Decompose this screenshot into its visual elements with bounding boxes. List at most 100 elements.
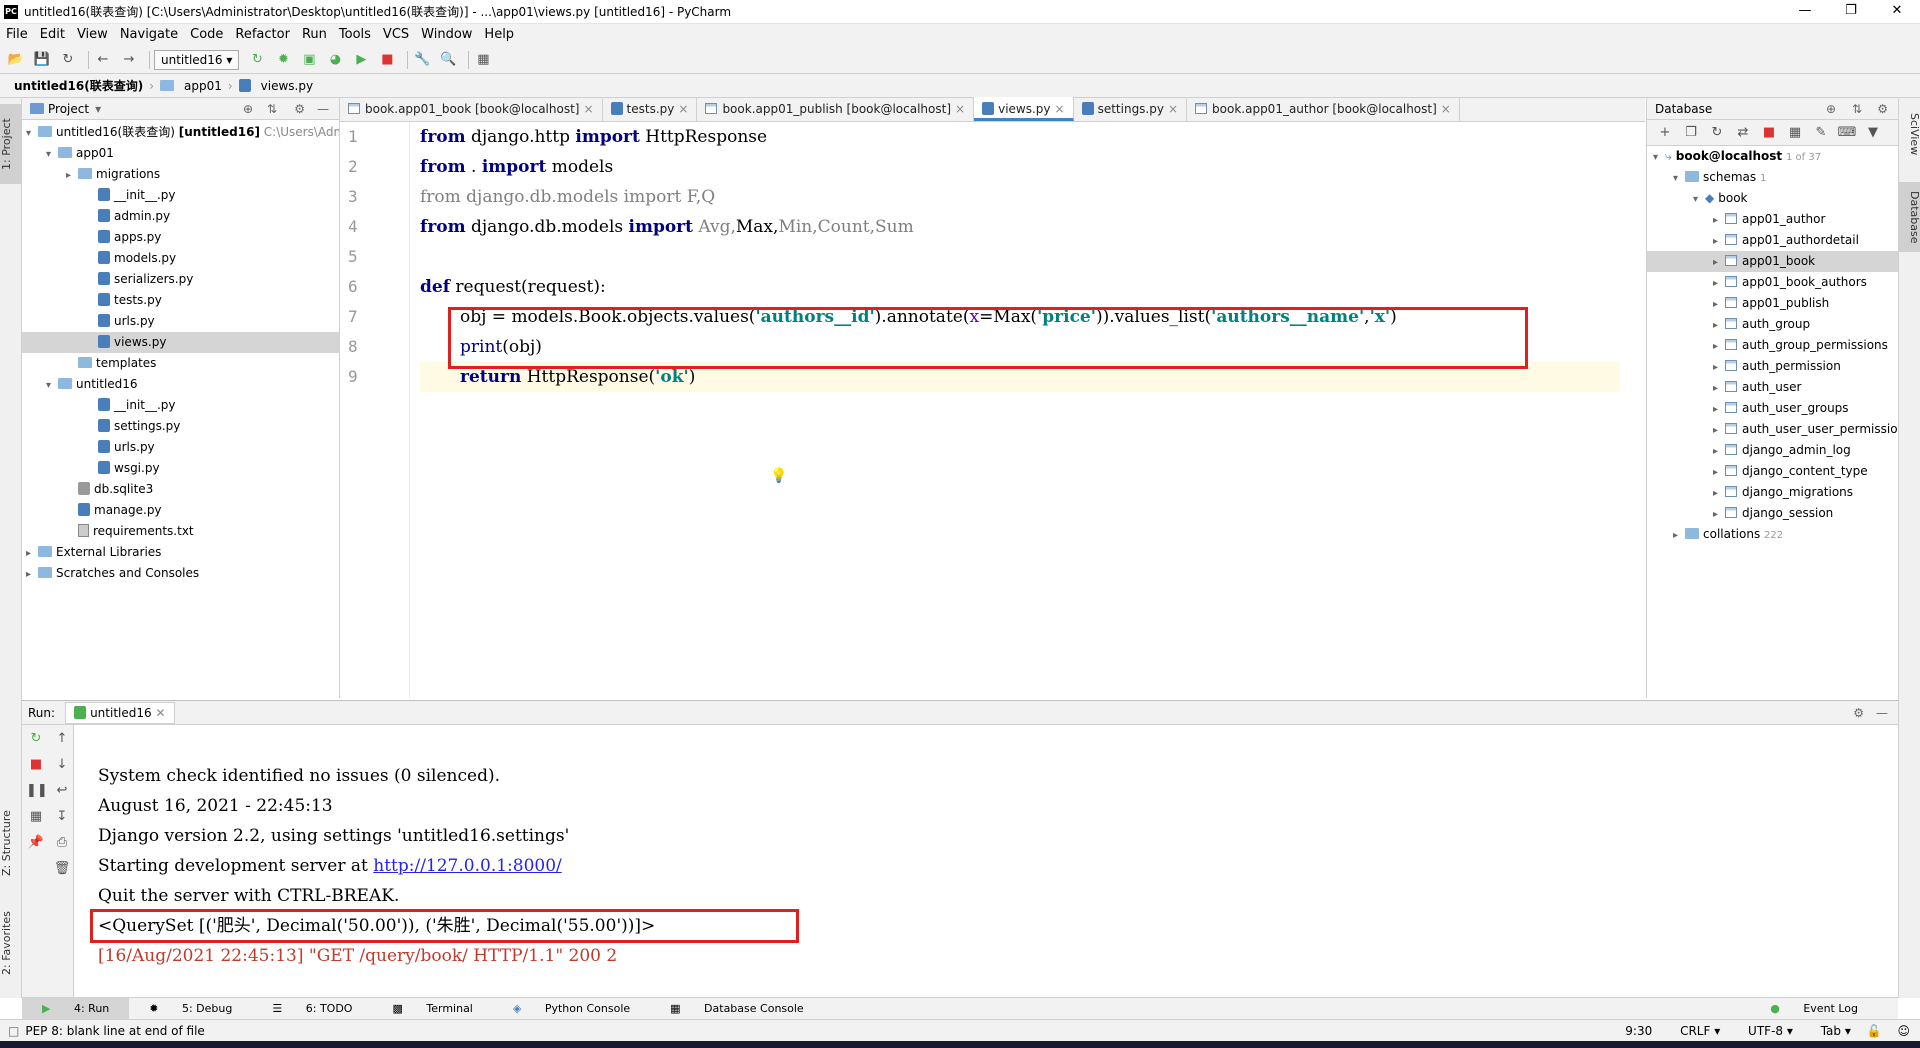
db-table-item[interactable]: ▸ auth_permission — [1647, 356, 1920, 377]
menu-edit[interactable]: Edit — [34, 24, 71, 46]
wrench-icon[interactable]: 🔧 — [412, 50, 432, 70]
sync-icon[interactable]: ↻ — [58, 50, 78, 70]
profile-icon[interactable]: ◕ — [325, 50, 345, 70]
editor-tab[interactable]: book.app01_author [book@localhost] × — [1187, 97, 1460, 121]
coverage-icon[interactable]: ▣ — [299, 50, 319, 70]
hide-icon[interactable]: — — [317, 102, 329, 116]
chevron-right-icon[interactable]: ▸ — [1713, 399, 1725, 420]
menu-tools[interactable]: Tools — [333, 24, 377, 46]
save-icon[interactable]: 💾 — [32, 50, 52, 70]
soft-wrap-icon[interactable]: ↩ — [52, 783, 72, 798]
file-encoding[interactable]: UTF-8 ▾ — [1736, 1024, 1793, 1038]
caret-position[interactable]: 9:30 — [1625, 1024, 1652, 1038]
event-log-tab[interactable]: ● Event Log — [1750, 998, 1878, 1020]
tree-item[interactable]: ▸ Scratches and Consoles — [22, 563, 339, 584]
menu-navigate[interactable]: Navigate — [114, 24, 184, 46]
db-table-item[interactable]: ▸ django_migrations — [1647, 482, 1920, 503]
tree-item[interactable]: views.py — [22, 332, 339, 353]
db-table-item[interactable]: ▸ app01_author — [1647, 209, 1920, 230]
run-tab[interactable]: untitled16 ✕ — [65, 701, 175, 724]
scroll-up-icon[interactable]: ↑ — [52, 731, 72, 746]
tree-item[interactable]: ▸ migrations — [22, 164, 339, 185]
tree-item[interactable]: urls.py — [22, 437, 339, 458]
gear-icon[interactable]: ⚙ — [1853, 706, 1864, 720]
close-tab-icon[interactable]: × — [955, 102, 965, 116]
chevron-right-icon[interactable]: ▸ — [1713, 210, 1725, 231]
open-folder-icon[interactable]: 📂 — [6, 50, 26, 70]
add-icon[interactable]: + — [1655, 123, 1675, 143]
close-tab-icon[interactable]: × — [1168, 102, 1178, 116]
tree-item[interactable]: ▸ External Libraries — [22, 542, 339, 563]
breadcrumb-project[interactable]: untitled16(联表查询) — [8, 77, 149, 94]
menu-code[interactable]: Code — [184, 24, 229, 46]
tree-item[interactable]: serializers.py — [22, 269, 339, 290]
project-view-select[interactable]: Project — [48, 102, 89, 116]
menu-file[interactable]: File — [0, 24, 34, 46]
chevron-right-icon[interactable]: ▸ — [1713, 273, 1725, 294]
chevron-right-icon[interactable]: ▸ — [66, 165, 78, 186]
tree-item[interactable]: wsgi.py — [22, 458, 339, 479]
search-icon[interactable]: 🔍 — [438, 50, 458, 70]
gear-icon[interactable]: ⚙ — [294, 102, 305, 116]
menu-help[interactable]: Help — [478, 24, 520, 46]
editor-tab[interactable]: book.app01_publish [book@localhost] × — [697, 97, 975, 121]
pause-icon[interactable]: ❚❚ — [26, 783, 48, 798]
chevron-right-icon[interactable]: ▸ — [1713, 315, 1725, 336]
status-toggle-icon[interactable]: □ — [8, 1024, 19, 1038]
refresh-icon[interactable]: ↻ — [1707, 123, 1727, 143]
chevron-right-icon[interactable]: ▸ — [26, 543, 38, 564]
lock-icon[interactable]: 🔓 — [1867, 1024, 1882, 1038]
tree-item[interactable]: manage.py — [22, 500, 339, 521]
chevron-right-icon[interactable]: ▸ — [1713, 441, 1725, 462]
structure-icon[interactable]: ▦ — [473, 50, 493, 70]
tool-tab-python-console[interactable]: ◈ Python Console — [493, 998, 650, 1020]
scroll-end-icon[interactable]: ↧ — [52, 809, 72, 824]
tool-tab-todo[interactable]: ☰ 6: TODO — [252, 998, 372, 1020]
tool-tab-debug[interactable]: ✹ 5: Debug — [129, 998, 252, 1020]
stop-icon[interactable]: ■ — [26, 757, 46, 772]
menu-refactor[interactable]: Refactor — [229, 24, 296, 46]
tree-item[interactable]: ▾ untitled16 — [22, 374, 339, 395]
structure-tool-tab[interactable]: Z: Structure — [0, 798, 22, 888]
tree-item[interactable]: db.sqlite3 — [22, 479, 339, 500]
chevron-right-icon[interactable]: ▸ — [1713, 294, 1725, 315]
collapse-icon[interactable]: ⇅ — [267, 102, 277, 116]
editor-tab[interactable]: tests.py × — [603, 97, 698, 121]
menu-run[interactable]: Run — [296, 24, 333, 46]
chevron-right-icon[interactable]: ▸ — [1713, 420, 1725, 441]
tree-item[interactable]: apps.py — [22, 227, 339, 248]
chevron-right-icon[interactable]: ▸ — [1713, 252, 1725, 273]
chevron-right-icon[interactable]: ▸ — [1713, 483, 1725, 504]
menu-vcs[interactable]: VCS — [377, 24, 415, 46]
copy-icon[interactable]: ❐ — [1681, 123, 1701, 143]
minimize-icon[interactable]: — — [1782, 0, 1828, 24]
db-schema-book[interactable]: ▾ ◆ book — [1647, 188, 1920, 209]
chevron-right-icon[interactable]: ▸ — [1713, 378, 1725, 399]
close-tab-icon[interactable]: × — [1441, 102, 1451, 116]
chevron-right-icon[interactable]: ▸ — [1713, 357, 1725, 378]
tree-item[interactable]: requirements.txt — [22, 521, 339, 542]
db-table-item[interactable]: ▸ app01_authordetail — [1647, 230, 1920, 251]
indent-setting[interactable]: Tab ▾ — [1809, 1024, 1851, 1038]
db-table-item[interactable]: ▸ app01_book_authors — [1647, 272, 1920, 293]
tool-tab-run[interactable]: ▶ 4: Run — [22, 997, 130, 1020]
tree-item[interactable]: ▾ app01 — [22, 143, 339, 164]
breadcrumb-views[interactable]: views.py — [255, 79, 319, 93]
db-table-item[interactable]: ▸ app01_publish — [1647, 293, 1920, 314]
close-tab-icon[interactable]: × — [583, 102, 593, 116]
sync-icon[interactable]: ⇄ — [1733, 123, 1753, 143]
close-tab-icon[interactable]: × — [678, 102, 688, 116]
tree-item[interactable]: __init__.py — [22, 395, 339, 416]
tool-tab-database-console[interactable]: ▦ Database Console — [650, 998, 824, 1020]
filter-icon[interactable]: ▼ — [1863, 123, 1883, 143]
console-icon[interactable]: ⌨ — [1837, 123, 1857, 143]
tool-tab-terminal[interactable]: ▩ Terminal — [372, 998, 492, 1020]
trash-icon[interactable]: 🗑 — [52, 861, 72, 876]
menu-window[interactable]: Window — [415, 24, 478, 46]
table-icon[interactable]: ▦ — [1785, 123, 1805, 143]
tree-item[interactable]: models.py — [22, 248, 339, 269]
breadcrumb-app01[interactable]: app01 — [178, 79, 228, 93]
concurrency-icon[interactable]: ▶ — [351, 50, 371, 70]
forward-icon[interactable]: → — [119, 50, 139, 70]
close-tab-icon[interactable]: × — [1055, 102, 1065, 116]
